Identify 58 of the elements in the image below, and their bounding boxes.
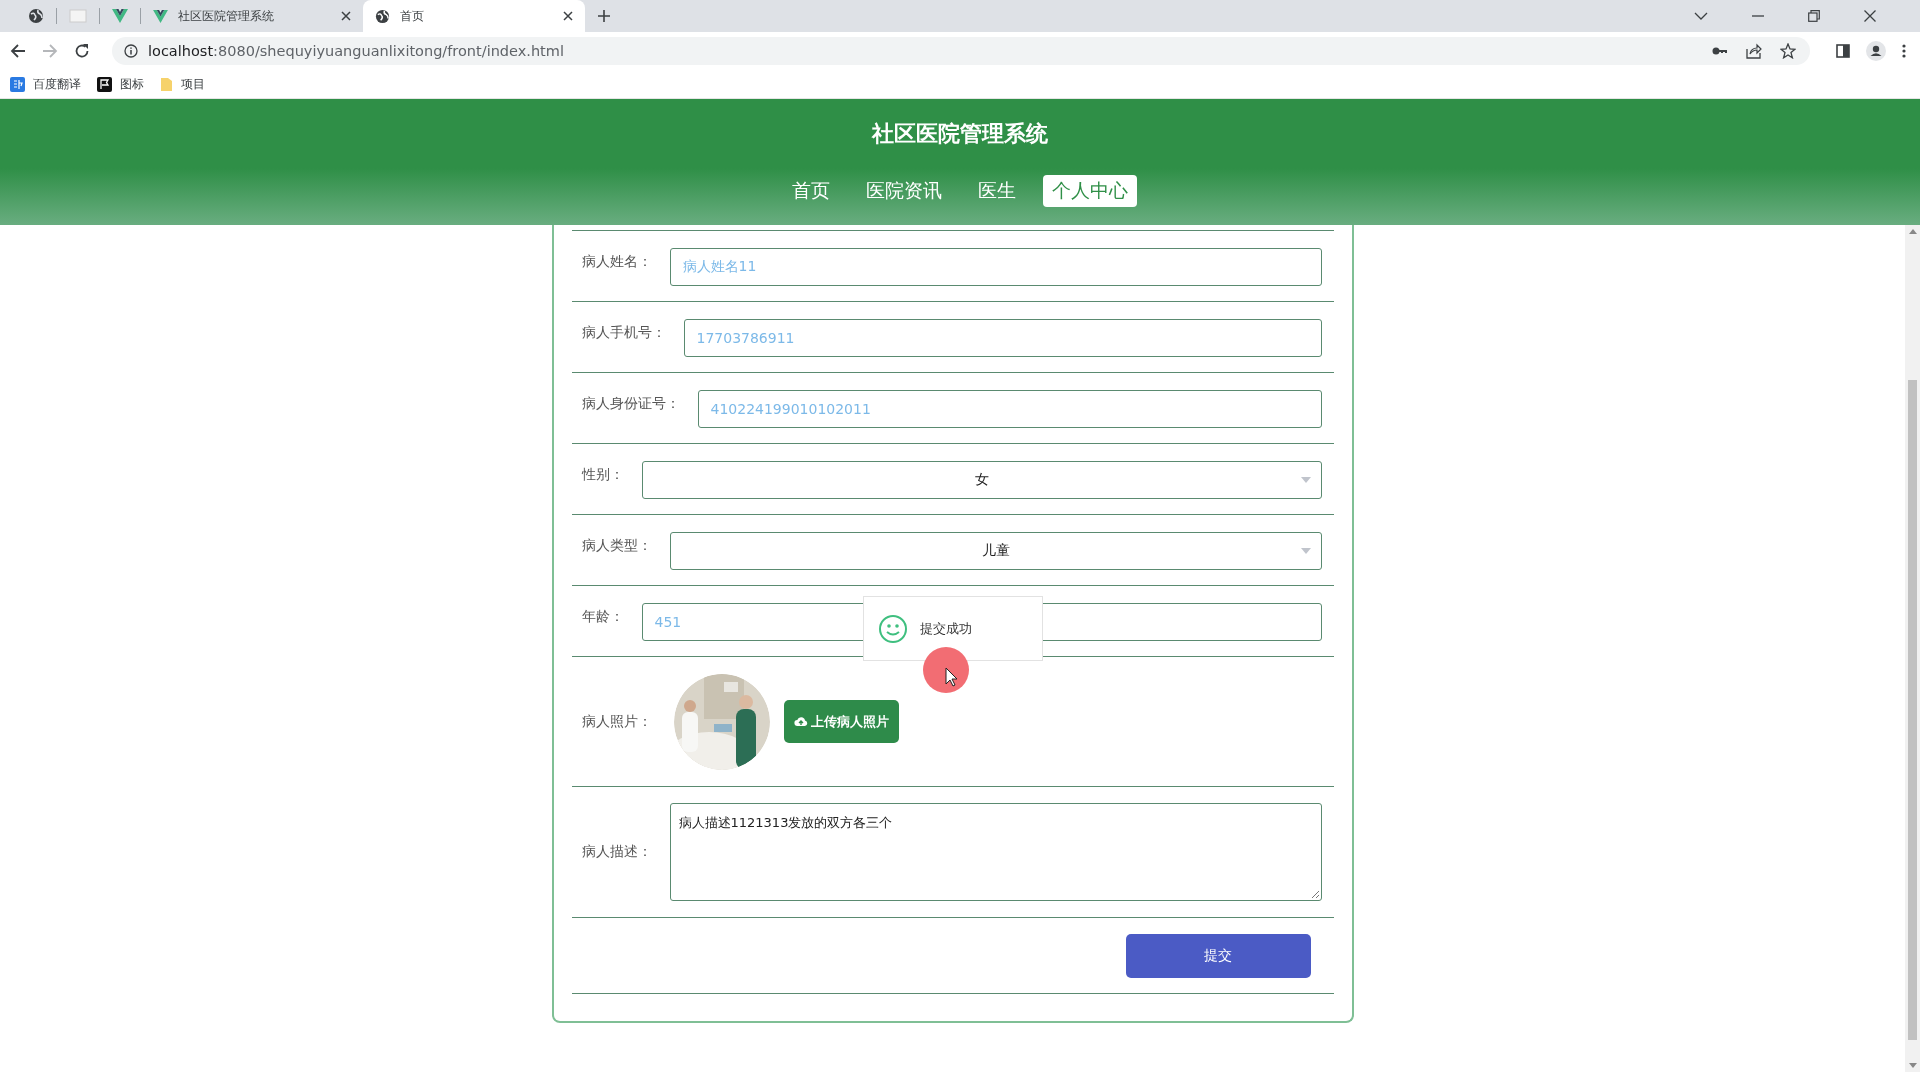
bookmark-label: 百度翻译 <box>33 76 81 92</box>
info-icon <box>124 44 138 58</box>
select-field[interactable]: 儿童 <box>669 532 1322 570</box>
field-label: 病人类型： <box>581 537 652 555</box>
scroll-down-icon[interactable] <box>1908 1063 1917 1068</box>
submit-button[interactable]: 提交 <box>1125 933 1311 978</box>
bookmark[interactable]: 百度翻译 <box>10 76 81 92</box>
back-arrow-icon[interactable] <box>10 43 26 59</box>
scroll-up-icon[interactable] <box>1908 229 1917 234</box>
side-panel-icon[interactable] <box>1836 44 1850 58</box>
select-field[interactable]: 女 <box>641 461 1322 499</box>
caret-icon <box>1300 548 1311 554</box>
browser-tab[interactable]: 首页 <box>363 0 585 32</box>
bookmark[interactable]: 项目 <box>160 76 205 92</box>
v-logo-icon[interactable] <box>112 9 128 23</box>
smiley-icon <box>877 613 908 644</box>
chevron-down-icon[interactable] <box>1694 11 1708 21</box>
resize-handle-icon[interactable] <box>1311 891 1319 898</box>
globe-icon <box>375 8 390 24</box>
bookmark-label: 图标 <box>120 76 144 92</box>
key-icon[interactable] <box>1712 46 1728 56</box>
restore-icon[interactable] <box>1808 10 1820 22</box>
v-logo-icon <box>153 9 168 23</box>
field-label: 病人姓名： <box>581 253 652 271</box>
site-title: 社区医院管理系统 <box>872 120 1048 148</box>
field-label: 病人身份证号： <box>581 395 680 413</box>
bookmark-label: 项目 <box>181 76 205 92</box>
description-textarea[interactable]: 病人描述1121313发放的双方各三个 <box>669 803 1322 901</box>
caret-icon <box>1300 477 1311 483</box>
field-label: 性别： <box>581 466 624 484</box>
folder-icon <box>160 76 173 92</box>
globe-icon[interactable] <box>28 8 44 24</box>
flag-icon <box>97 76 112 92</box>
close-icon[interactable] <box>563 11 573 21</box>
tab-title: 首页 <box>400 7 425 25</box>
tab-title: 社区医院管理系统 <box>178 7 275 25</box>
star-icon[interactable] <box>1780 43 1796 59</box>
profile-avatar-icon[interactable] <box>1866 41 1886 61</box>
field-label: 年龄： <box>581 608 624 626</box>
close-icon[interactable] <box>341 11 351 21</box>
bookmark[interactable]: 图标 <box>97 76 144 92</box>
toast-message: 提交成功 <box>919 619 972 638</box>
menu-icon[interactable] <box>1902 44 1906 58</box>
plus-icon[interactable] <box>597 9 611 23</box>
address-bar[interactable]: localhost:8080/shequyiyuanguanlixitong/front/index.html <box>112 37 1810 65</box>
url-text: localhost:8080/shequyiyuanguanlixitong/front/index.html <box>148 43 564 59</box>
field-label: 病人照片： <box>581 712 652 731</box>
translate-icon <box>10 76 25 92</box>
nav-link[interactable]: 个人中心 <box>1043 175 1137 207</box>
close-icon[interactable] <box>1864 10 1876 22</box>
reload-icon[interactable] <box>74 43 90 59</box>
browser-tab[interactable]: 社区医院管理系统 <box>141 0 363 32</box>
share-icon[interactable] <box>1746 43 1762 59</box>
cloud-upload-icon <box>793 716 808 727</box>
upload-button[interactable]: 上传病人照片 <box>783 700 899 743</box>
field-label: 病人手机号： <box>581 324 666 342</box>
scrollbar[interactable] <box>1905 225 1920 1072</box>
field-label: 病人描述： <box>581 843 652 861</box>
